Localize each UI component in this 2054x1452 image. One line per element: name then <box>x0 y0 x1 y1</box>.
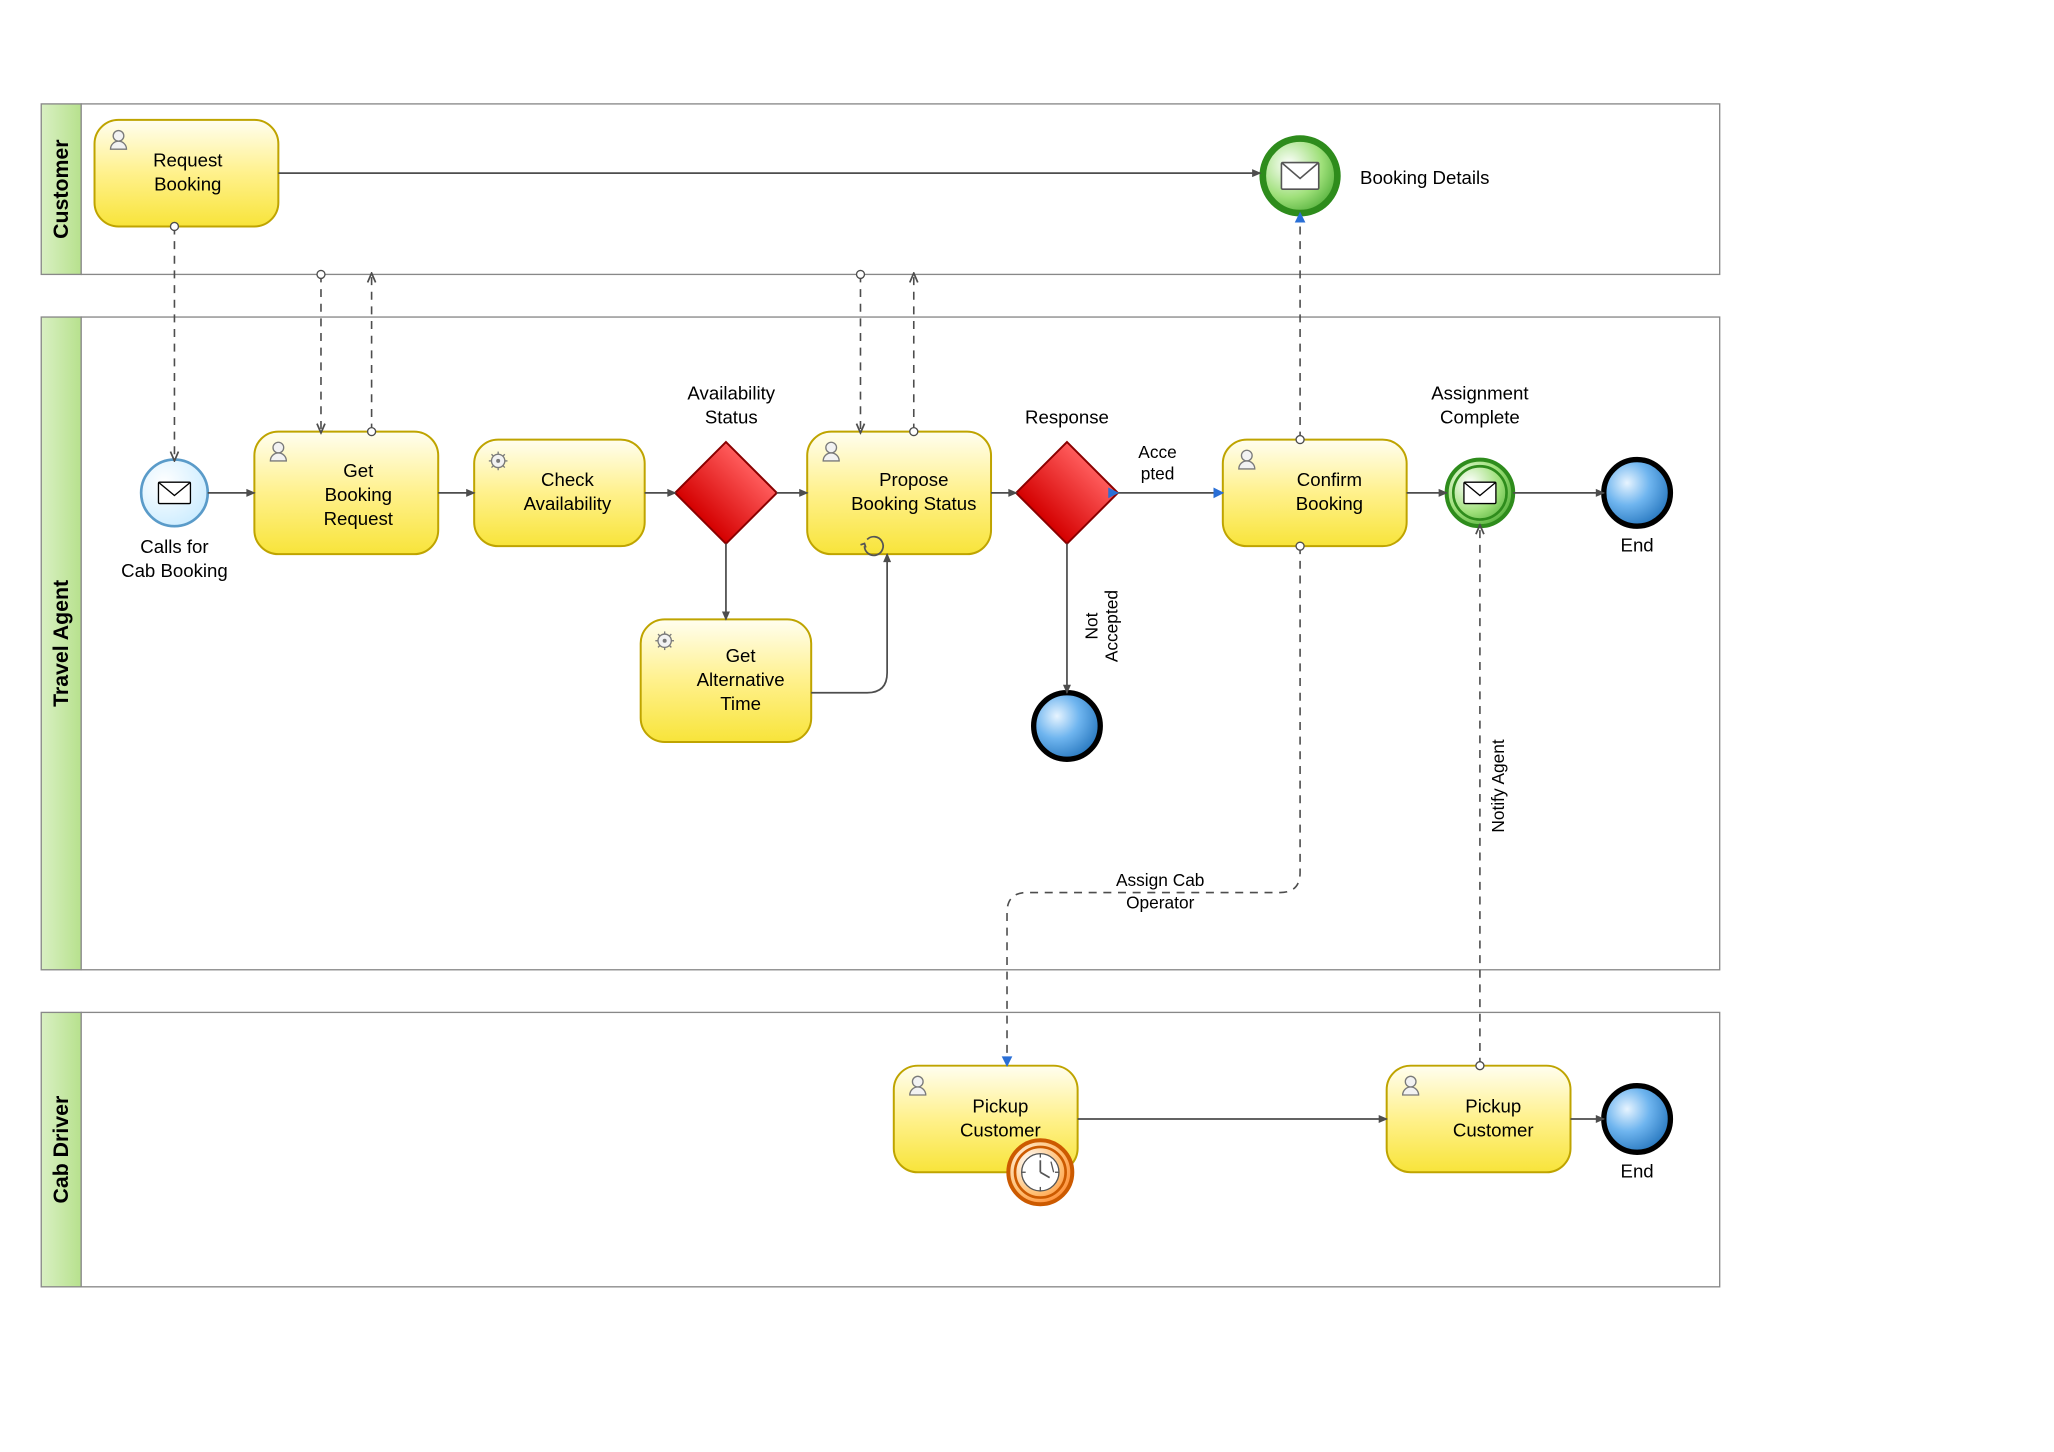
label-not-accepted: Accepted <box>1102 590 1122 662</box>
task-label: Pickup <box>972 1095 1028 1116</box>
label-assignment-complete: Assignment <box>1431 383 1529 404</box>
task-label: Customer <box>960 1119 1041 1140</box>
task-label: Booking Status <box>851 493 976 514</box>
lane-label-travel-agent: Travel Agent <box>49 580 73 707</box>
timer-event-icon[interactable] <box>1008 1140 1072 1204</box>
task-label: Booking <box>154 173 221 194</box>
label-notify-agent: Notify Agent <box>1488 739 1508 832</box>
task-get-alternative-time[interactable]: Get Alternative Time <box>641 619 812 742</box>
clock-icon <box>1022 1154 1059 1191</box>
lane-label-customer: Customer <box>49 139 73 238</box>
end-event-not-accepted[interactable] <box>1034 693 1101 760</box>
task-label: Booking <box>1296 493 1363 514</box>
event-booking-details[interactable] <box>1263 139 1338 214</box>
task-get-booking-request[interactable]: Get Booking Request <box>254 432 438 555</box>
label-availability-status: Status <box>705 407 758 428</box>
label-availability-status: Availability <box>687 383 775 404</box>
envelope-icon <box>1281 163 1318 190</box>
gear-icon <box>655 631 674 650</box>
task-label: Confirm <box>1297 469 1362 490</box>
task-label: Check <box>541 469 594 490</box>
end-event-travel-agent[interactable] <box>1604 460 1671 527</box>
label-assignment-complete: Complete <box>1440 407 1520 428</box>
task-label: Booking <box>325 484 392 505</box>
task-label: Propose <box>879 469 948 490</box>
task-label: Get <box>726 645 757 666</box>
task-check-availability[interactable]: Check Availability <box>474 440 645 547</box>
task-label: Request <box>153 150 223 171</box>
label-accepted: Acce <box>1138 442 1176 462</box>
task-pickup-customer-2[interactable]: Pickup Customer <box>1387 1066 1571 1173</box>
label-assign-cab: Operator <box>1126 892 1194 912</box>
task-label: Pickup <box>1465 1095 1521 1116</box>
task-label: Get <box>343 460 374 481</box>
task-label: Customer <box>1453 1119 1534 1140</box>
label-assign-cab: Assign Cab <box>1116 870 1204 890</box>
label-accepted: pted <box>1141 464 1175 484</box>
task-label: Request <box>324 508 394 529</box>
gear-icon <box>489 452 508 471</box>
label-not-accepted: Not <box>1082 612 1102 639</box>
event-assignment-complete[interactable] <box>1447 460 1514 527</box>
task-label: Time <box>720 693 761 714</box>
envelope-icon <box>158 482 190 503</box>
label-calls-for: Calls for <box>140 536 208 557</box>
event-calls-for-cab[interactable] <box>141 460 208 527</box>
task-label: Availability <box>524 493 612 514</box>
end-event-cab-driver[interactable] <box>1604 1086 1671 1153</box>
label-response: Response <box>1025 407 1109 428</box>
envelope-icon <box>1464 482 1496 503</box>
lane-label-cab-driver: Cab Driver <box>49 1096 73 1204</box>
task-confirm-booking[interactable]: Confirm Booking <box>1223 440 1407 547</box>
label-calls-for: Cab Booking <box>121 560 228 581</box>
task-label: Alternative <box>697 669 785 690</box>
label-end: End <box>1621 534 1654 555</box>
label-end: End <box>1621 1161 1654 1182</box>
task-propose-booking-status[interactable]: Propose Booking Status <box>807 432 991 556</box>
task-request-booking[interactable]: Request Booking <box>95 120 279 227</box>
label-booking-details: Booking Details <box>1360 167 1489 188</box>
